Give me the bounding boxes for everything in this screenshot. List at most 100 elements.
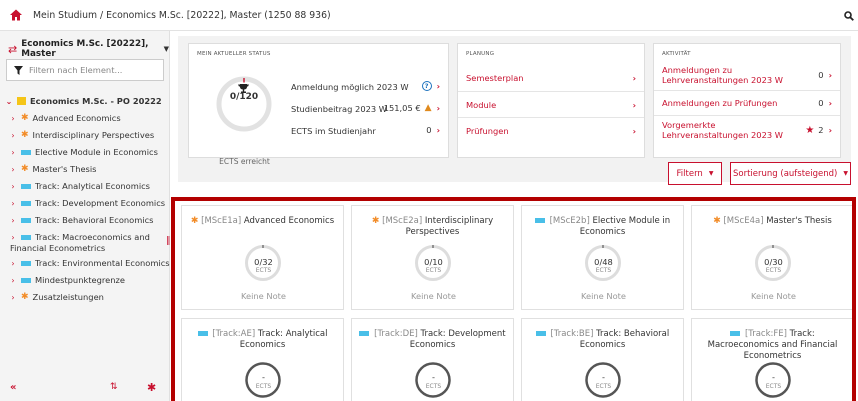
link-semesterplan[interactable]: Semesterplan ›	[466, 73, 636, 83]
divider	[458, 91, 644, 92]
chevron-right-icon[interactable]: ›	[8, 232, 18, 243]
module-card-track-macroeconomics[interactable]: [Track:FE] Track: Macroeconomics and Fin…	[691, 318, 852, 401]
chevron-right-icon[interactable]: ›	[633, 100, 636, 110]
chevron-right-icon[interactable]: ›	[633, 126, 636, 136]
filter-field[interactable]	[6, 59, 164, 81]
sidebar: ⇄ Economics M.Sc. [20222], Master ▼ ⌄ Ec…	[0, 31, 171, 401]
module-ects-unit: ECTS	[425, 383, 442, 390]
chevron-right-icon[interactable]: ›	[8, 130, 18, 141]
chevron-down-icon[interactable]: ⌄	[4, 96, 14, 107]
module-card-advanced-economics[interactable]: ✱ [MScE1a] Advanced Economics 0/32 ECTS …	[181, 205, 344, 310]
module-ects-value: 0/30	[764, 257, 783, 267]
module-card-track-analytical[interactable]: [Track:AE] Track: Analytical Economics -…	[181, 318, 344, 401]
tree-item-label: Advanced Economics	[32, 113, 121, 123]
status-row-registration[interactable]: ? ›	[421, 81, 440, 91]
module-ects-unit: ECTS	[255, 267, 272, 274]
chevron-right-icon[interactable]: ›	[8, 198, 18, 209]
filter-icon	[14, 65, 23, 75]
tree-item-label: Track: Behavioral Economics	[35, 215, 154, 225]
link-module[interactable]: Module ›	[466, 100, 636, 110]
chevron-right-icon[interactable]: ›	[437, 125, 440, 135]
chevron-right-icon[interactable]: ›	[8, 164, 18, 175]
link-pruefungen[interactable]: Prüfungen ›	[466, 126, 636, 136]
filter-input[interactable]	[29, 65, 157, 75]
ects-year-value: 0	[426, 125, 432, 135]
chevron-right-icon[interactable]: ›	[8, 215, 18, 226]
ects-caption: ECTS erreicht	[219, 157, 270, 166]
activity-card: AKTIVITÄT Anmeldungen zu Lehrveranstaltu…	[653, 43, 841, 158]
chevron-right-icon[interactable]: ›	[437, 103, 440, 113]
chevron-down-icon: ▼	[163, 45, 169, 53]
resize-handle-icon[interactable]: ‖	[166, 236, 171, 246]
tree-item-track-macroeconomics[interactable]: › Track: Macroeconomics and Financial Eco…	[8, 232, 178, 254]
chevron-right-icon[interactable]: ›	[8, 258, 18, 269]
tree-item-track-development[interactable]: › Track: Development Economics	[8, 198, 178, 209]
chevron-right-icon[interactable]: ›	[8, 292, 18, 303]
module-card-masters-thesis[interactable]: ✱ [MScE4a] Master's Thesis 0/30 ECTS Kei…	[691, 205, 852, 310]
bar-marker-icon	[21, 201, 31, 206]
search-icon[interactable]	[844, 11, 854, 21]
filter-button[interactable]: Filtern ▼	[668, 162, 722, 185]
home-icon[interactable]	[10, 9, 22, 21]
tree-item-track-environmental[interactable]: › Track: Environmental Economics	[8, 258, 178, 269]
module-ects-value: 0/10	[424, 257, 443, 267]
module-title: ✱ [MScE2a] Interdisciplinary Perspective…	[371, 216, 494, 237]
chevron-right-icon[interactable]: ›	[829, 70, 832, 80]
module-ects-unit: ECTS	[595, 383, 612, 390]
tree-item-track-analytical[interactable]: › Track: Analytical Economics	[8, 181, 178, 192]
module-grade: Keine Note	[240, 291, 287, 301]
module-grade: Keine Note	[750, 291, 797, 301]
activity-bookmarked-courses[interactable]: Vorgemerkte Lehrveranstaltungen 2023 W ★…	[662, 120, 832, 140]
sort-icon[interactable]: ⇅	[110, 382, 118, 392]
tree-item-zusatzleistungen[interactable]: › ✱ Zusatzleistungen	[8, 292, 178, 303]
chevron-right-icon[interactable]: ›	[829, 125, 832, 135]
gear-icon[interactable]: ✱	[147, 381, 156, 394]
warning-icon: ▲	[424, 103, 432, 113]
module-card-track-behavioral[interactable]: [Track:BE] Track: Behavioral Economics -…	[521, 318, 684, 401]
module-title: ✱ [MScE4a] Master's Thesis	[713, 216, 832, 226]
tree-item-root[interactable]: ⌄ Economics M.Sc. - PO 20222	[4, 96, 174, 107]
activity-count: 0	[818, 70, 824, 80]
module-ects-unit: ECTS	[595, 267, 612, 274]
module-card-interdisciplinary-perspectives[interactable]: ✱ [MScE2a] Interdisciplinary Perspective…	[351, 205, 514, 310]
chevron-right-icon[interactable]: ›	[437, 81, 440, 91]
scrollbar[interactable]	[852, 311, 856, 351]
sort-button[interactable]: Sortierung (aufsteigend) ▼	[730, 162, 851, 185]
tree-item-track-behavioral[interactable]: › Track: Behavioral Economics	[8, 215, 178, 226]
module-grid: ✱ [MScE1a] Advanced Economics 0/32 ECTS …	[171, 197, 856, 401]
sort-button-label: Sortierung (aufsteigend)	[733, 168, 838, 179]
bar-marker-icon	[21, 261, 31, 266]
tree-item-advanced-economics[interactable]: › ✱ Advanced Economics	[8, 113, 178, 124]
status-row-fee[interactable]: 151,05 € ▲ ›	[384, 103, 440, 113]
help-icon[interactable]: ?	[421, 81, 432, 91]
fee-amount: 151,05 €	[383, 103, 421, 113]
star-marker-icon: ✱	[21, 292, 29, 302]
star-marker-icon: ✱	[190, 216, 199, 226]
chevron-right-icon[interactable]: ›	[8, 113, 18, 124]
tree-item-mindestpunktegrenze[interactable]: › Mindestpunktegrenze	[8, 275, 178, 286]
tree-item-interdisciplinary-perspectives[interactable]: › ✱ Interdisciplinary Perspectives	[8, 130, 178, 141]
chevron-right-icon[interactable]: ›	[829, 98, 832, 108]
chevron-right-icon[interactable]: ›	[8, 275, 18, 286]
chevron-right-icon[interactable]: ›	[8, 181, 18, 192]
star-marker-icon: ✱	[21, 113, 29, 123]
chevron-right-icon[interactable]: ›	[633, 73, 636, 83]
module-ects-value: 0/32	[254, 257, 273, 267]
activity-course-registrations[interactable]: Anmeldungen zu Lehrveranstaltungen 2023 …	[662, 65, 832, 85]
activity-exam-registrations[interactable]: Anmeldungen zu Prüfungen 0 ›	[662, 98, 832, 108]
tree-item-masters-thesis[interactable]: › ✱ Master's Thesis	[8, 164, 178, 175]
tree-item-label: Elective Module in Economics	[35, 147, 158, 157]
module-title: [MScE2b] Elective Module in Economics	[528, 216, 677, 238]
collapse-sidebar-icon[interactable]: «	[10, 382, 16, 393]
status-row-ects-year[interactable]: 0 ›	[426, 125, 440, 135]
tree-item-label: Track: Development Economics	[35, 198, 166, 208]
tree-item-elective-module[interactable]: › Elective Module in Economics	[8, 147, 178, 158]
module-ects-value: 0/48	[594, 257, 613, 267]
program-selector[interactable]: ⇄ Economics M.Sc. [20222], Master ▼	[8, 39, 169, 59]
module-card-track-development[interactable]: [Track:DE] Track: Development Economics …	[351, 318, 514, 401]
star-marker-icon: ✱	[713, 216, 721, 226]
module-title: [Track:BE] Track: Behavioral Economics	[528, 329, 677, 351]
planning-card-title: PLANUNG	[466, 51, 495, 57]
chevron-right-icon[interactable]: ›	[8, 147, 18, 158]
module-card-elective-module[interactable]: [MScE2b] Elective Module in Economics 0/…	[521, 205, 684, 310]
